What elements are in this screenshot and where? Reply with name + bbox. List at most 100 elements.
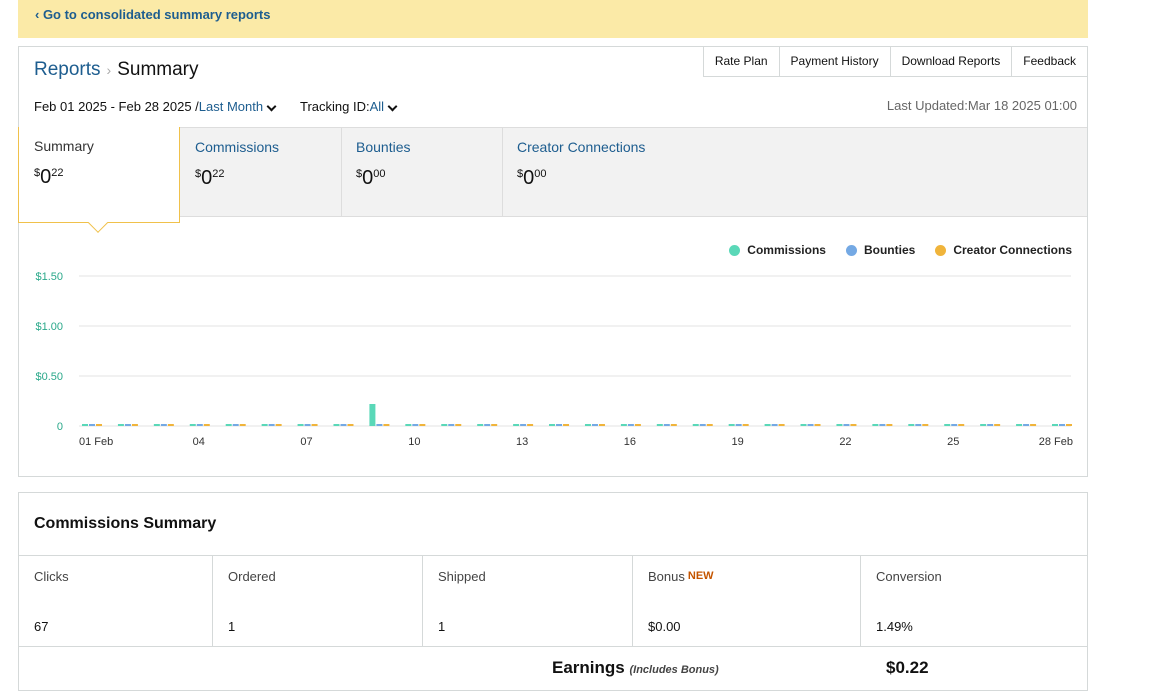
bar-commissions [441,424,448,426]
x-tick-label: 13 [516,436,528,448]
bar-commissions [153,424,160,426]
bar-creator-connections [742,424,749,426]
tab-commissions[interactable]: Commissions $022 [180,128,342,216]
bar-commissions [980,424,987,426]
bar-bounties [268,424,275,426]
bar-commissions [800,424,807,426]
bar-creator-connections [455,424,462,426]
legend-item-commissions[interactable]: Commissions [729,243,826,257]
bar-creator-connections [598,424,605,426]
tab-summary[interactable]: Summary $022 [18,127,180,233]
last-updated: Last Updated:Mar 18 2025 01:00 [886,98,1077,113]
bar-commissions [333,424,340,426]
summary-cell-clicks: Clicks 67 [19,556,213,646]
summary-cell-shipped: Shipped 1 [423,556,633,646]
legend-item-bounties[interactable]: Bounties [845,243,915,257]
bar-creator-connections [275,424,282,426]
tab-bounties-label: Bounties [356,139,411,155]
bar-creator-connections [563,424,570,426]
bar-commissions [117,424,124,426]
breadcrumb-chevron-icon: › [106,62,112,78]
x-tick-label: 22 [839,436,851,448]
earnings-tabs: Summary $022 Commissions $022 Bounties $… [18,127,1087,233]
y-tick-label: $1.00 [35,321,63,333]
bar-commissions [549,424,556,426]
bar-creator-connections [778,424,785,426]
bar-bounties [160,424,167,426]
tracking-id-dropdown[interactable]: All [370,99,384,114]
bar-bounties [627,424,634,426]
bonus-value: $0.00 [648,619,681,634]
chevron-down-icon[interactable] [266,101,277,112]
x-tick-label: 10 [408,436,420,448]
legend-dot-icon [935,244,947,256]
x-tick-label: 07 [300,436,312,448]
bar-commissions [82,424,88,426]
bar-creator-connections [706,424,713,426]
bar-commissions [728,424,735,426]
bar-creator-connections [1066,424,1072,426]
date-period-dropdown[interactable]: Last Month [199,99,263,114]
bar-commissions [1016,424,1023,426]
shipped-value: 1 [438,619,446,634]
x-tick-label: 28 Feb [1039,436,1073,448]
ordered-value: 1 [228,619,236,634]
y-tick-label: $1.50 [35,271,63,283]
bar-bounties [663,424,670,426]
bar-bounties [412,424,419,426]
bar-creator-connections [347,424,354,426]
tab-summary-amount: $022 [34,166,64,188]
bar-creator-connections [311,424,318,426]
bar-bounties [556,424,563,426]
commissions-summary-table: Clicks 67 Ordered 1 Shipped 1 Bonus NEW $… [19,555,1087,647]
tab-bounties[interactable]: Bounties $000 [341,128,503,216]
tab-creator-connections[interactable]: Creator Connections $000 [502,128,1087,216]
bar-creator-connections [96,424,102,426]
bar-commissions [189,424,196,426]
tab-commissions-amount: $022 [195,167,225,189]
bar-commissions [908,424,915,426]
x-tick-label: 19 [732,436,744,448]
download-reports-button[interactable]: Download Reports [889,46,1013,77]
bar-creator-connections [167,424,174,426]
bar-bounties [987,424,994,426]
bar-creator-connections [239,424,246,426]
chevron-down-icon[interactable] [387,101,398,112]
bar-creator-connections [634,424,641,426]
bar-bounties [915,424,922,426]
bar-bounties [735,424,742,426]
summary-cell-bonus: Bonus NEW $0.00 [633,556,861,646]
report-actions: Rate Plan Payment History Download Repor… [702,46,1088,77]
bar-bounties [520,424,527,426]
bar-bounties [951,424,958,426]
bar-commissions [225,424,232,426]
summary-cell-ordered: Ordered 1 [213,556,423,646]
breadcrumb-reports-link[interactable]: Reports [34,59,101,80]
feedback-button[interactable]: Feedback [1011,46,1088,77]
bar-bounties [232,424,239,426]
y-tick-label: $0.50 [35,371,63,383]
bar-bounties [304,424,311,426]
bar-creator-connections [850,424,857,426]
bar-commissions [513,424,520,426]
bar-bounties [699,424,706,426]
bar-commissions [872,424,879,426]
bar-bounties [843,424,850,426]
bar-commissions [477,424,484,426]
tracking-id-label: Tracking ID: [300,99,370,114]
bar-creator-connections [419,424,426,426]
tab-commissions-label: Commissions [195,139,280,155]
bar-bounties [376,424,383,426]
legend-item-creator-connections[interactable]: Creator Connections [935,243,1072,257]
tracking-id-filter: Tracking ID:All [300,99,399,114]
bar-creator-connections [886,424,893,426]
earnings-value: $0.22 [886,658,929,677]
consolidated-reports-link[interactable]: ‹ Go to consolidated summary reports [35,7,271,22]
payment-history-button[interactable]: Payment History [778,46,891,77]
bar-commissions [656,424,663,426]
bar-commissions [1052,424,1058,426]
chart-legend: Commissions Bounties Creator Connections [709,243,1072,257]
breadcrumb: Reports › Summary [34,59,199,81]
rate-plan-button[interactable]: Rate Plan [702,46,780,77]
date-range-text: Feb 01 2025 - Feb 28 2025 / [34,99,199,114]
